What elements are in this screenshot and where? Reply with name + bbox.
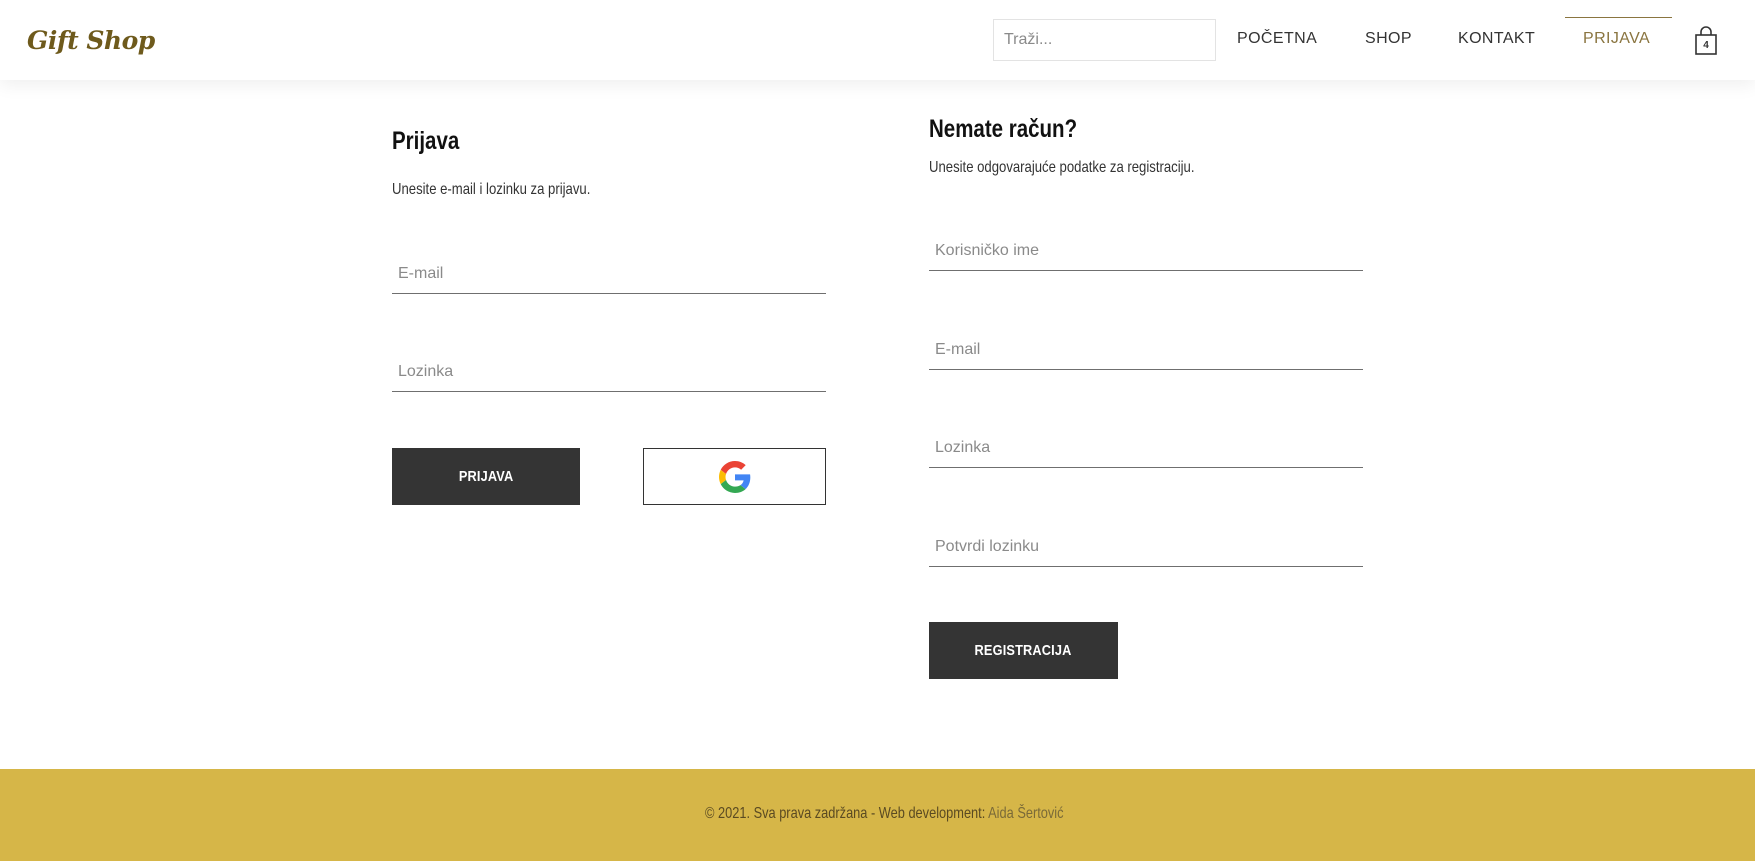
footer-copyright: © 2021. Sva prava zadržana - Web develop… — [705, 805, 1064, 823]
google-icon — [719, 461, 751, 493]
login-subtitle: Unesite e-mail i lozinku za prijavu. — [392, 181, 591, 198]
login-password-field[interactable] — [392, 352, 826, 392]
nav-link-prijava[interactable]: PRIJAVA — [1583, 30, 1650, 48]
nav-active-indicator — [1565, 17, 1672, 18]
nav-link-kontakt[interactable]: KONTAKT — [1458, 30, 1535, 48]
login-button[interactable]: PRIJAVA — [392, 448, 580, 505]
register-username-field[interactable] — [929, 231, 1363, 271]
login-email-field[interactable] — [392, 254, 826, 294]
cart-count-badge: 4 — [1703, 40, 1709, 51]
login-button-label: PRIJAVA — [458, 468, 514, 485]
login-title: Prijava — [392, 127, 460, 155]
nav-link-pocetna[interactable]: POČETNA — [1237, 30, 1317, 48]
nav-link-shop[interactable]: SHOP — [1365, 30, 1412, 48]
register-confirm-password-field[interactable] — [929, 527, 1363, 567]
footer-copyright-text: © 2021. Sva prava zadržana - Web develop… — [705, 805, 989, 822]
google-login-button[interactable] — [643, 448, 826, 505]
register-email-field[interactable] — [929, 330, 1363, 370]
register-button-label: REGISTRACIJA — [975, 642, 1072, 659]
register-password-field[interactable] — [929, 428, 1363, 468]
search-input[interactable] — [993, 19, 1216, 61]
site-logo[interactable]: Gift Shop — [27, 26, 155, 55]
footer-author-link[interactable]: Aida Šertović — [988, 805, 1063, 822]
register-subtitle: Unesite odgovarajuće podatke za registra… — [929, 159, 1195, 176]
site-header: Gift Shop POČETNA SHOP KONTAKT PRIJAVA 4 — [0, 0, 1755, 80]
register-button[interactable]: REGISTRACIJA — [929, 622, 1118, 679]
register-title: Nemate račun? — [929, 115, 1078, 143]
